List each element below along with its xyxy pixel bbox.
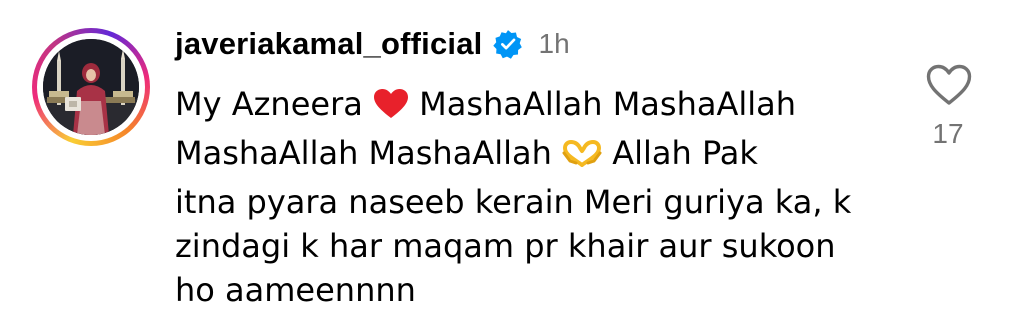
- comment-header: javeriakamal_official 1h: [175, 22, 570, 66]
- comment-line: zindagi k har maqam pr khair aur sukoon: [175, 227, 836, 265]
- comment-line: itna pyara naseeb kerain Meri guriya ka,…: [175, 183, 852, 221]
- verified-badge-icon: [492, 29, 523, 59]
- comment-body: My Azneera MashaAllah MashaAllah MashaAl…: [175, 82, 905, 312]
- comment-line: ho aameennnn: [175, 271, 416, 309]
- heart-hands-emoji: [562, 136, 602, 180]
- red-heart-emoji: [373, 87, 409, 131]
- comment: javeriakamal_official 1h My Azneera Mash…: [0, 0, 1024, 309]
- comment-timestamp: 1h: [538, 28, 570, 59]
- avatar: [43, 39, 139, 135]
- comment-line: MashaAllah MashaAllah Allah Pak: [175, 131, 905, 180]
- story-ring-avatar[interactable]: [32, 28, 150, 146]
- comment-line: My Azneera MashaAllah MashaAllah: [175, 82, 905, 131]
- heart-outline-icon[interactable]: [926, 64, 972, 106]
- like-count: 17: [932, 118, 964, 149]
- username-link[interactable]: javeriakamal_official: [175, 26, 483, 62]
